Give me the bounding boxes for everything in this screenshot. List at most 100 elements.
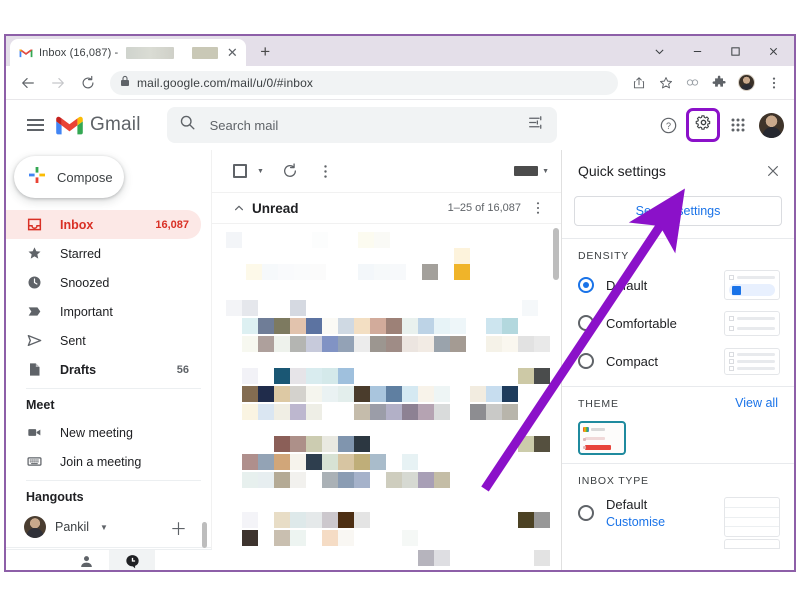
- density-heading: DENSITY: [578, 250, 630, 262]
- omnibox-icons: [626, 70, 786, 95]
- star-icon: [26, 246, 43, 261]
- share-icon[interactable]: [626, 70, 651, 95]
- sidebar-item-join-meeting[interactable]: Join a meeting: [6, 447, 201, 476]
- hangouts-self-name: Pankil: [55, 520, 90, 534]
- theme-heading-row: THEME View all: [562, 387, 794, 414]
- gear-settings-icon[interactable]: [695, 114, 712, 136]
- sidebar-label-sent: Sent: [60, 333, 86, 348]
- radio-button[interactable]: [578, 315, 594, 331]
- search-input[interactable]: Search mail: [210, 118, 514, 133]
- sidebar-item-sent[interactable]: Sent: [6, 326, 201, 355]
- radio-button[interactable]: [578, 277, 594, 293]
- chevron-down-icon[interactable]: [640, 36, 678, 66]
- tab-title: Inbox (16,087) -: [39, 46, 119, 59]
- sidebar-item-important[interactable]: Important: [6, 297, 201, 326]
- theme-view-all-link[interactable]: View all: [735, 396, 778, 410]
- sidebar-label-new-meeting: New meeting: [60, 425, 133, 440]
- mail-section-title: Unread: [252, 200, 299, 216]
- chevron-down-icon[interactable]: ▼: [257, 168, 264, 175]
- gmail-logo-icon: [56, 115, 83, 136]
- density-option-comfortable[interactable]: Comfortable: [562, 304, 794, 342]
- quick-settings-panel: Quick settings See all settings DENSITY …: [562, 150, 794, 570]
- redacted-toolbar-label: [514, 166, 539, 176]
- mail-list-scrollbar[interactable]: [553, 228, 559, 280]
- redacted-email-list[interactable]: [212, 224, 561, 570]
- bookmark-star-icon[interactable]: [653, 70, 678, 95]
- plus-icon[interactable]: ＋: [170, 515, 187, 540]
- browser-omnibox-bar: mail.google.com/mail/u/0/#inbox: [6, 66, 794, 100]
- chevron-down-icon[interactable]: ▼: [542, 168, 549, 175]
- section-kebab-icon[interactable]: [527, 201, 549, 215]
- select-all-checkbox[interactable]: [226, 157, 254, 185]
- theme-thumb-title: [591, 427, 605, 431]
- gmail-header: Gmail Search mail ?: [6, 100, 794, 150]
- sidebar-nav-list: Inbox 16,087 Starred Snoozed Important S…: [6, 210, 211, 384]
- gmail-logo[interactable]: Gmail: [56, 114, 141, 136]
- url-bar[interactable]: mail.google.com/mail/u/0/#inbox: [110, 70, 618, 95]
- theme-heading: THEME: [578, 398, 619, 410]
- hangouts-self-row[interactable]: Pankil ▼ ＋: [6, 510, 211, 567]
- close-icon[interactable]: [760, 158, 786, 184]
- search-mail-box[interactable]: Search mail: [166, 107, 557, 143]
- see-all-settings-button[interactable]: See all settings: [574, 196, 782, 226]
- sidebar-item-inbox[interactable]: Inbox 16,087: [6, 210, 201, 239]
- density-label-default: Default: [606, 277, 648, 293]
- gmail-body: Compose Inbox 16,087 Starred Snoozed Imp…: [6, 150, 794, 571]
- refresh-icon[interactable]: [276, 157, 304, 185]
- chevron-up-icon[interactable]: [226, 202, 252, 214]
- settings-gear-highlight[interactable]: [686, 108, 720, 142]
- quick-settings-header: Quick settings: [562, 150, 794, 192]
- new-tab-button[interactable]: +: [252, 39, 278, 65]
- tab-close-icon[interactable]: ✕: [224, 45, 240, 61]
- back-arrow-icon[interactable]: [14, 69, 42, 97]
- theme-thumb-header: [583, 426, 621, 432]
- density-option-compact[interactable]: Compact: [562, 342, 794, 380]
- theme-thumbnail[interactable]: [578, 421, 626, 455]
- url-text: mail.google.com/mail/u/0/#inbox: [137, 75, 314, 90]
- lock-icon: [120, 74, 130, 92]
- compose-label: Compose: [57, 169, 113, 185]
- radio-button[interactable]: [578, 505, 594, 521]
- google-apps-grid-icon[interactable]: [723, 110, 753, 140]
- sidebar-label-snoozed: Snoozed: [60, 275, 110, 290]
- browser-tab[interactable]: Inbox (16,087) - ✕: [10, 39, 247, 66]
- inbox-type-label-default: Default: [606, 497, 648, 512]
- sidebar-label-inbox: Inbox: [60, 217, 94, 232]
- sidebar-scrollbar[interactable]: [202, 522, 207, 548]
- sidebar-label-important: Important: [60, 304, 113, 319]
- search-options-icon[interactable]: [528, 114, 545, 136]
- redacted-tab-text-2: [192, 46, 219, 59]
- eye-tracking-icon[interactable]: [680, 70, 705, 95]
- inbox-type-option-default[interactable]: Default Customise: [562, 491, 794, 537]
- sidebar-item-snoozed[interactable]: Snoozed: [6, 268, 201, 297]
- close-icon[interactable]: [754, 36, 792, 66]
- sidebar-item-new-meeting[interactable]: New meeting: [6, 418, 201, 447]
- kebab-menu-icon[interactable]: [761, 70, 786, 95]
- density-option-default[interactable]: Default: [562, 266, 794, 304]
- chevron-down-icon[interactable]: ▼: [100, 523, 108, 532]
- see-all-settings-label: See all settings: [635, 204, 721, 218]
- sidebar-item-drafts[interactable]: Drafts 56: [6, 355, 201, 384]
- extensions-puzzle-icon[interactable]: [707, 70, 732, 95]
- density-label-compact: Compact: [606, 353, 659, 369]
- account-avatar-icon[interactable]: [759, 112, 784, 138]
- page-title: Quick settings: [578, 163, 666, 179]
- maximize-icon[interactable]: [716, 36, 754, 66]
- person-icon[interactable]: [63, 550, 109, 571]
- hangouts-chat-icon[interactable]: [109, 549, 155, 570]
- profile-avatar-icon[interactable]: [734, 70, 759, 95]
- radio-button[interactable]: [578, 353, 594, 369]
- compose-button[interactable]: Compose: [14, 156, 124, 198]
- screenshot-root: Inbox (16,087) - ✕ + mail.google.com/mai…: [0, 0, 800, 600]
- important-label-icon: [26, 304, 43, 319]
- help-question-icon[interactable]: ?: [653, 110, 683, 140]
- video-camera-icon: [26, 425, 43, 440]
- reload-icon[interactable]: [74, 69, 102, 97]
- inbox-type-customise-link[interactable]: Customise: [606, 515, 665, 529]
- search-icon: [179, 114, 196, 136]
- sidebar-item-starred[interactable]: Starred: [6, 239, 201, 268]
- hamburger-menu-icon[interactable]: [18, 108, 52, 142]
- more-options-kebab-icon[interactable]: [312, 157, 340, 185]
- minimize-icon[interactable]: [678, 36, 716, 66]
- keyboard-icon: [26, 454, 43, 469]
